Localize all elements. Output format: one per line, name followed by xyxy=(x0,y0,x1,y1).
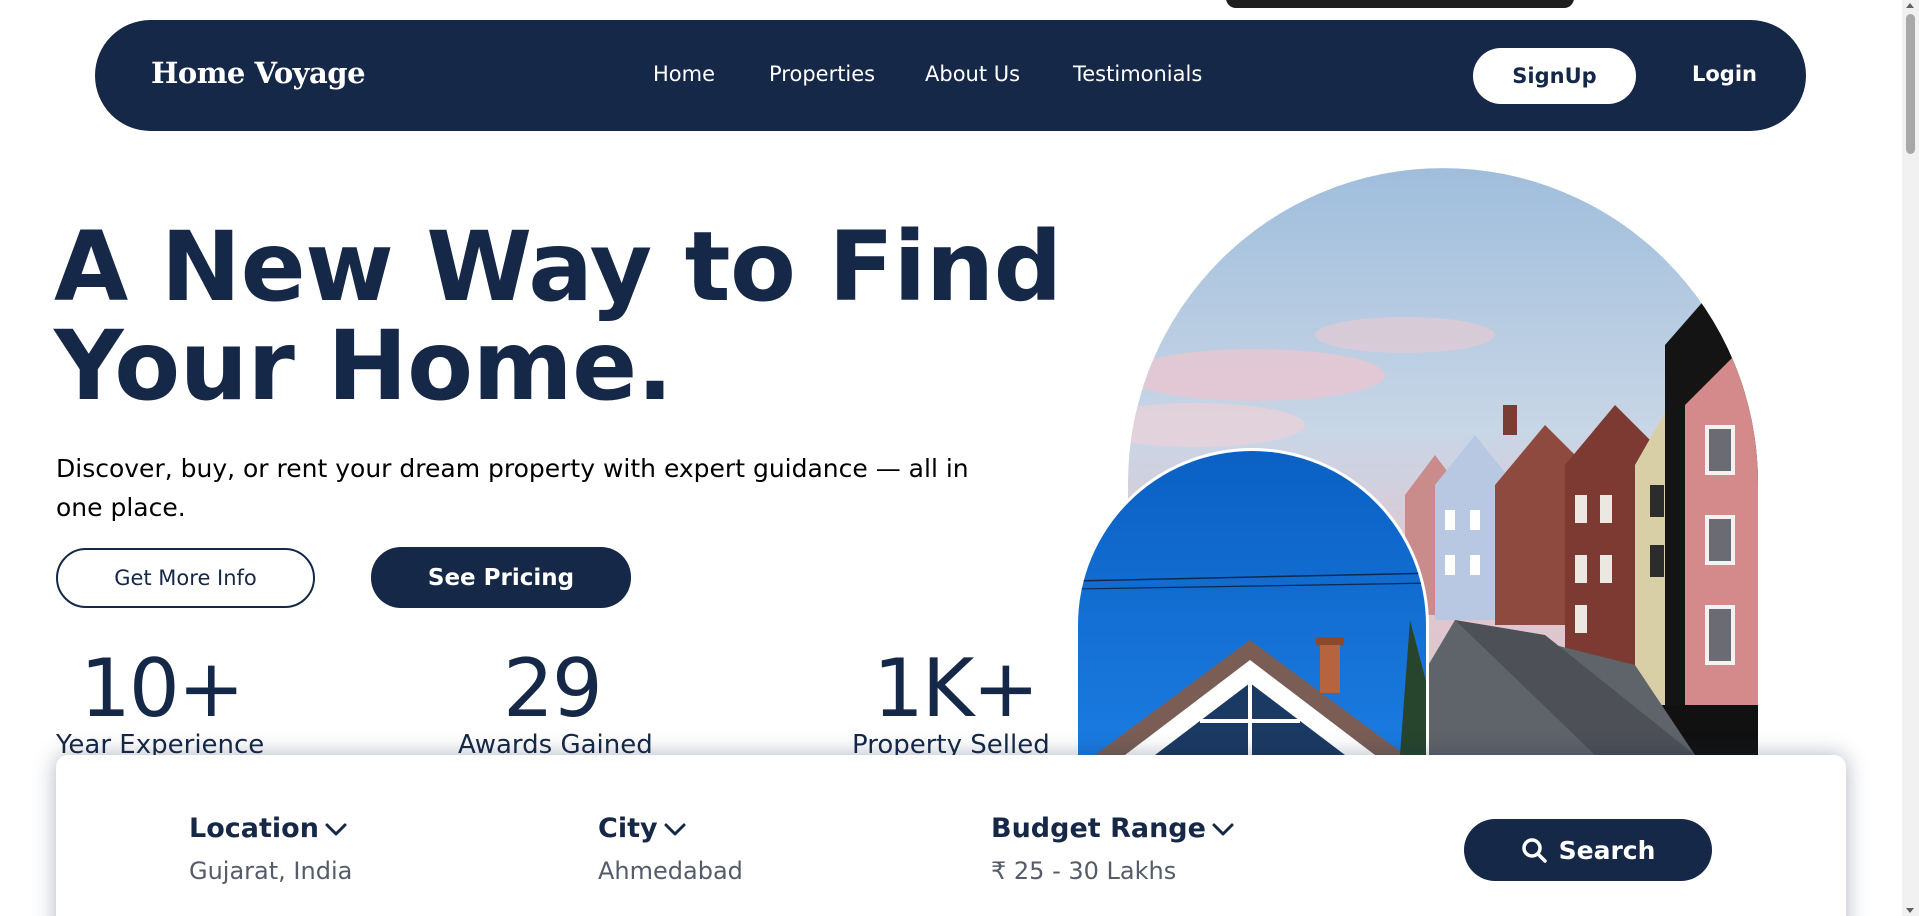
location-value: Gujarat, India xyxy=(189,857,353,885)
stat-value-properties: 1K+ xyxy=(873,642,1039,735)
nav-link-properties[interactable]: Properties xyxy=(769,62,875,86)
scroll-up-arrow-icon[interactable] xyxy=(1906,3,1914,8)
vertical-scrollbar[interactable] xyxy=(1902,0,1919,916)
city-dropdown[interactable]: City xyxy=(598,813,686,844)
stat-value-experience: 10+ xyxy=(80,642,245,735)
get-more-info-button[interactable]: Get More Info xyxy=(56,548,315,608)
nav-link-testimonials[interactable]: Testimonials xyxy=(1073,62,1202,86)
location-dropdown[interactable]: Location xyxy=(189,813,347,844)
city-value: Ahmedabad xyxy=(598,857,743,885)
login-link[interactable]: Login xyxy=(1692,62,1757,86)
search-button-label: Search xyxy=(1558,835,1656,865)
budget-range-label: Budget Range xyxy=(991,813,1206,844)
nav-link-about-us[interactable]: About Us xyxy=(925,62,1020,86)
location-label: Location xyxy=(189,813,319,844)
hero-title-line-1: A New Way to Find xyxy=(54,211,1062,323)
nav-link-home[interactable]: Home xyxy=(653,62,715,86)
hero-title: A New Way to Find Your Home. xyxy=(54,218,1062,416)
property-search-bar: Location Gujarat, India City Ahmedabad B… xyxy=(56,755,1846,916)
brand-logo[interactable]: Home Voyage xyxy=(151,56,366,90)
search-button[interactable]: Search xyxy=(1464,819,1712,881)
hero-title-line-2: Your Home. xyxy=(54,310,673,422)
search-icon xyxy=(1521,838,1547,863)
scrollbar-thumb[interactable] xyxy=(1906,14,1915,154)
scroll-down-arrow-icon[interactable] xyxy=(1906,908,1914,913)
budget-range-value: ₹ 25 - 30 Lakhs xyxy=(991,857,1177,885)
see-pricing-button[interactable]: See Pricing xyxy=(371,547,631,608)
signup-button[interactable]: SignUp xyxy=(1473,48,1636,104)
city-label: City xyxy=(598,813,658,844)
hero-subtitle: Discover, buy, or rent your dream proper… xyxy=(56,454,969,522)
hero-house-illustration xyxy=(1075,168,1758,755)
budget-range-dropdown[interactable]: Budget Range xyxy=(991,813,1234,844)
stat-value-awards: 29 xyxy=(503,642,603,735)
navbar: Home Voyage Home Properties About Us Tes… xyxy=(95,20,1806,131)
chevron-down-icon xyxy=(1212,823,1234,835)
chevron-down-icon xyxy=(664,823,686,835)
floating-toolbar-edge xyxy=(1226,0,1574,8)
chevron-down-icon xyxy=(325,823,347,835)
